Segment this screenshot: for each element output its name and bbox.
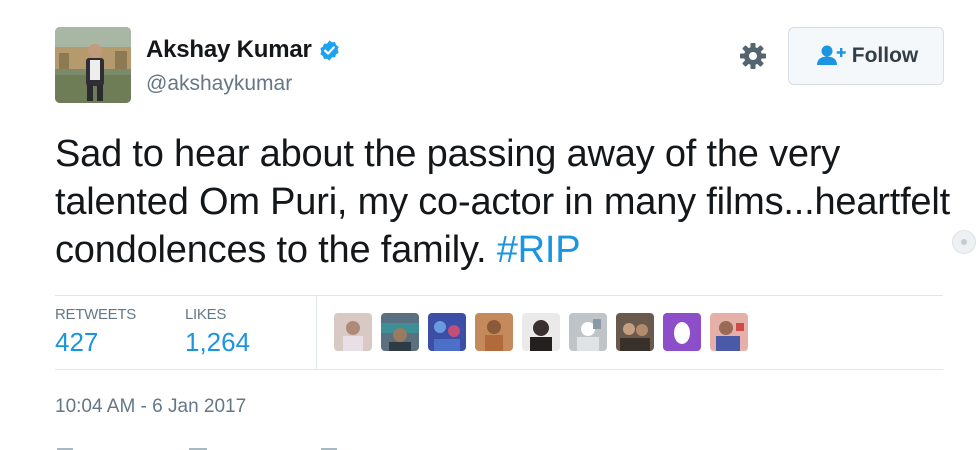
liker-avatar[interactable] [428, 313, 466, 351]
side-scroll-indicator[interactable] [952, 230, 976, 254]
tweet-timestamp[interactable]: 10:04 AM - 6 Jan 2017 [55, 396, 246, 418]
tweet-text: Sad to hear about the passing away of th… [55, 130, 955, 274]
like-icon[interactable] [319, 444, 341, 450]
liker-avatar[interactable] [616, 313, 654, 351]
divider [55, 295, 943, 296]
divider [55, 369, 943, 370]
author-display-name[interactable]: Akshay Kumar [146, 36, 312, 64]
liker-avatar[interactable] [334, 313, 372, 351]
reply-icon[interactable] [55, 444, 77, 450]
gear-icon[interactable] [737, 40, 769, 72]
follow-user-icon [814, 43, 848, 69]
author-handle[interactable]: @akshaykumar [146, 72, 292, 96]
liker-avatar[interactable] [522, 313, 560, 351]
hashtag-link[interactable]: #RIP [497, 229, 581, 271]
tweet-actions [55, 444, 451, 450]
liker-avatar[interactable] [710, 313, 748, 351]
likers-avatar-list [334, 313, 757, 351]
follow-button-label: Follow [851, 44, 919, 67]
likes-label: LIKES [185, 306, 227, 323]
stats-divider [316, 296, 317, 369]
likes-count[interactable]: 1,264 [185, 327, 250, 358]
follow-button[interactable]: Follow [788, 27, 944, 85]
liker-avatar[interactable] [569, 313, 607, 351]
retweets-count[interactable]: 427 [55, 327, 136, 358]
liker-avatar[interactable] [475, 313, 513, 351]
liker-avatar[interactable] [381, 313, 419, 351]
retweet-icon[interactable] [187, 444, 209, 450]
author-avatar[interactable] [55, 27, 131, 103]
author-name-row[interactable]: Akshay Kumar [146, 36, 341, 64]
retweets-label: RETWEETS [55, 306, 136, 323]
retweets-stat[interactable]: RETWEETS 427 [55, 306, 136, 358]
verified-badge-icon [318, 39, 341, 62]
likes-stat[interactable]: LIKES 1,264 [185, 306, 250, 358]
liker-avatar-default[interactable] [663, 313, 701, 351]
